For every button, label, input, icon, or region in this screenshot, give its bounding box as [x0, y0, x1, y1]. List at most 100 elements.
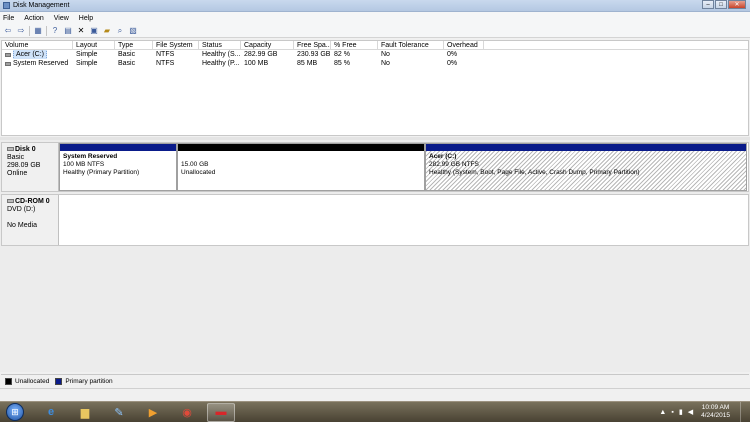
column-percent-free[interactable]: % Free [331, 40, 378, 50]
partition-name [181, 153, 421, 161]
toolbar: ⇦ ⇨ ▦ ? ▤ ✕ ▣ ▰ ⌕ ▧ [0, 24, 750, 38]
cell-overhead: 0% [447, 60, 458, 67]
volume-list-header: Volume Layout Type File System Status Ca… [2, 40, 748, 50]
cdrom-0-label[interactable]: CD-ROM 0 DVD (D:) No Media [2, 195, 59, 245]
rescan-icon[interactable]: ▧ [128, 26, 138, 36]
disk-type: Basic [7, 154, 25, 161]
menu-action[interactable]: Action [24, 15, 43, 22]
column-file-system[interactable]: File System [153, 40, 199, 50]
console-icon[interactable]: ▤ [63, 26, 73, 36]
cell-status: Healthy (S... [202, 51, 241, 58]
column-free-space[interactable]: Free Spa... [294, 40, 331, 50]
cell-file-system: NTFS [156, 60, 175, 67]
menu-help[interactable]: Help [79, 15, 93, 22]
minimize-button[interactable]: – [702, 0, 714, 9]
help-icon[interactable]: ? [50, 26, 60, 36]
taskbar: ⊞ e ▆ ✎ ▶ ◉ ▬ ▲ ▪ ▮ ◀ 10:09 AM 4/24/2015 [0, 401, 750, 422]
cell-percent-free: 82 % [334, 51, 350, 58]
partition-system-reserved[interactable]: System Reserved 100 MB NTFS Healthy (Pri… [59, 143, 177, 191]
disk-management-icon[interactable]: ▬ [207, 402, 235, 422]
partition-status: Healthy (System, Boot, Page File, Active… [429, 169, 640, 176]
cdrom-0-row[interactable]: CD-ROM 0 DVD (D:) No Media [1, 194, 749, 246]
cdrom-icon [7, 199, 14, 203]
system-tray: ▲ ▪ ▮ ◀ 10:09 AM 4/24/2015 [654, 404, 730, 420]
cell-status: Healthy (P... [202, 60, 240, 67]
partition-size: 282.99 GB NTFS [429, 161, 479, 168]
clock-date: 4/24/2015 [701, 412, 730, 419]
delete-icon[interactable]: ✕ [76, 26, 86, 36]
legend-label-primary: Primary partition [65, 378, 113, 385]
legend: Unallocated Primary partition [1, 374, 749, 388]
legend-swatch-primary [55, 378, 63, 385]
cdrom-name: CD-ROM 0 [15, 198, 50, 205]
cdrom-media: No Media [7, 222, 37, 229]
cell-free-space: 85 MB [297, 60, 318, 67]
network-icon[interactable]: ▮ [679, 408, 683, 416]
media-player-icon[interactable]: ▶ [139, 403, 167, 422]
app-icon [3, 2, 10, 9]
paint-icon[interactable]: ✎ [105, 403, 133, 422]
table-row[interactable]: System Reserved Simple Basic NTFS Health… [2, 59, 748, 68]
graphical-view: Disk 0 Basic 298.09 GB Online System Res… [0, 140, 750, 372]
partition-status: Healthy (Primary Partition) [63, 169, 140, 176]
cell-layout: Simple [76, 60, 98, 67]
legend-swatch-unallocated [5, 378, 12, 385]
partition-acer-c[interactable]: Acer (C:) 282.99 GB NTFS Healthy (System… [425, 143, 747, 191]
cell-type: Basic [118, 60, 136, 67]
disk-name: Disk 0 [15, 146, 36, 153]
disk-state: Online [7, 170, 28, 177]
cell-fault-tolerance: No [381, 60, 390, 67]
partition-size: 100 MB NTFS [63, 161, 105, 168]
details-icon[interactable]: ▦ [33, 26, 43, 36]
search-icon[interactable]: ⌕ [115, 26, 125, 36]
column-type[interactable]: Type [115, 40, 153, 50]
properties-icon[interactable]: ▣ [89, 26, 99, 36]
legend-label-unallocated: Unallocated [15, 378, 50, 385]
partition-name: System Reserved [63, 153, 118, 160]
start-button[interactable]: ⊞ [6, 403, 24, 421]
menu-file[interactable]: File [3, 15, 14, 22]
open-icon[interactable]: ▰ [102, 26, 112, 36]
forward-arrow-icon[interactable]: ⇨ [16, 26, 26, 36]
column-fault-tolerance[interactable]: Fault Tolerance [378, 40, 444, 50]
cell-type: Basic [118, 51, 136, 58]
close-button[interactable]: ✕ [728, 0, 746, 9]
drive-icon [5, 52, 11, 57]
clock[interactable]: 10:09 AM 4/24/2015 [701, 404, 730, 420]
menu-bar: File Action View Help [0, 12, 750, 24]
volume-name: System Reserved [13, 60, 69, 67]
menu-view[interactable]: View [54, 15, 69, 22]
cell-fault-tolerance: No [381, 51, 390, 58]
partition-status: Unallocated [181, 169, 216, 176]
volume-icon[interactable]: ◀ [688, 408, 693, 416]
file-explorer-icon[interactable]: ▆ [71, 403, 99, 422]
show-desktop-button[interactable] [740, 402, 750, 422]
drive-icon [5, 61, 11, 66]
cell-percent-free: 85 % [334, 60, 350, 67]
chrome-icon[interactable]: ◉ [173, 403, 201, 422]
column-volume[interactable]: Volume [2, 40, 73, 50]
partition-unallocated[interactable]: 15.00 GB Unallocated [177, 143, 425, 191]
tray-expand-icon[interactable]: ▲ [659, 409, 666, 416]
partition-name: Acer (C:) [429, 153, 457, 160]
column-layout[interactable]: Layout [73, 40, 115, 50]
cell-capacity: 282.99 GB [244, 51, 278, 58]
window-title: Disk Management [13, 2, 70, 9]
cell-file-system: NTFS [156, 51, 175, 58]
disk-0-label[interactable]: Disk 0 Basic 298.09 GB Online [2, 143, 59, 191]
table-row[interactable]: Acer (C:) Simple Basic NTFS Healthy (S..… [2, 50, 748, 59]
cell-capacity: 100 MB [244, 60, 269, 67]
tray-app-icon[interactable]: ▪ [671, 409, 673, 416]
disk-size: 298.09 GB [7, 162, 41, 169]
column-overhead[interactable]: Overhead [444, 40, 484, 50]
volume-list: Volume Layout Type File System Status Ca… [1, 40, 749, 136]
back-arrow-icon[interactable]: ⇦ [3, 26, 13, 36]
internet-explorer-icon[interactable]: e [37, 403, 65, 422]
column-status[interactable]: Status [199, 40, 241, 50]
cell-overhead: 0% [447, 51, 458, 58]
cell-free-space: 230.93 GB [297, 51, 331, 58]
disk-management-window: Disk Management – □ ✕ File Action View H… [0, 0, 750, 401]
column-capacity[interactable]: Capacity [241, 40, 294, 50]
cdrom-type: DVD (D:) [7, 206, 36, 213]
maximize-button[interactable]: □ [715, 0, 727, 9]
